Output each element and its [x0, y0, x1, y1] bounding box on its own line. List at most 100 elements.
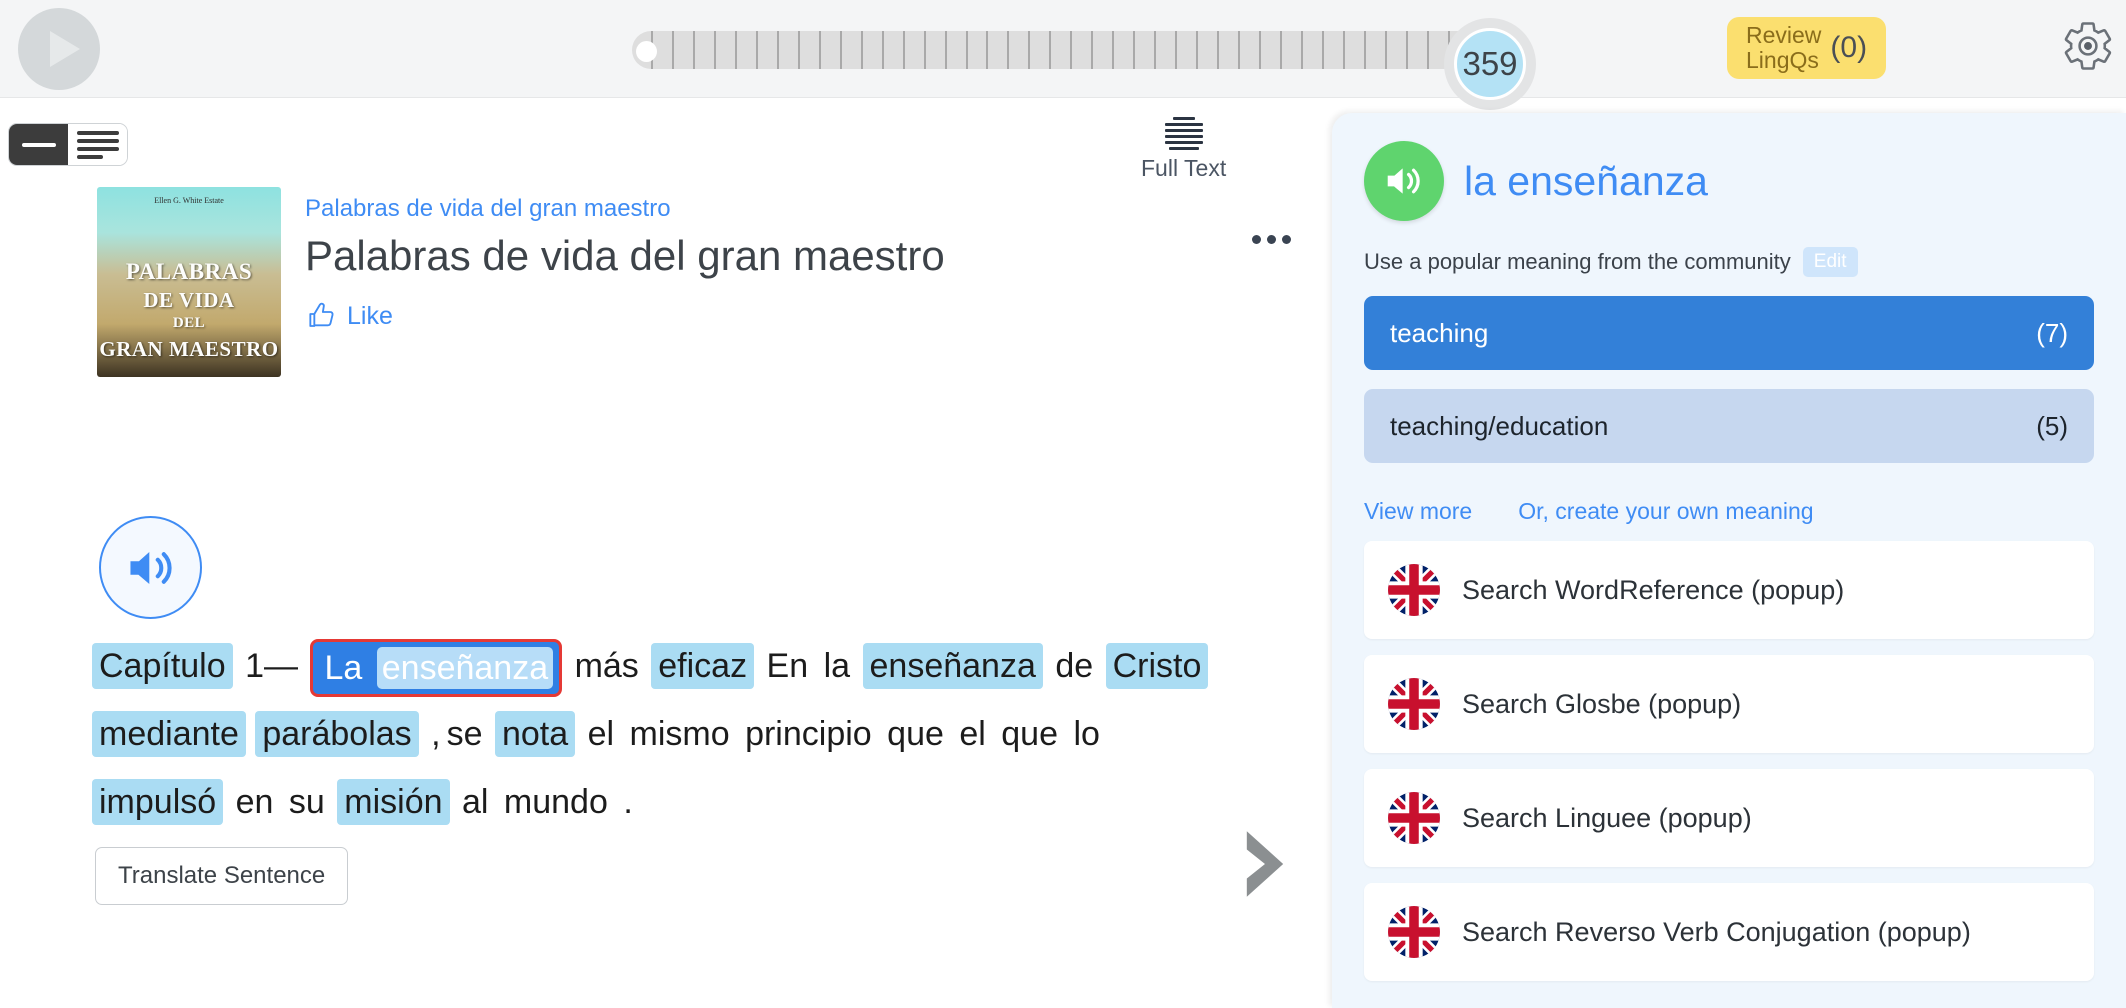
known-word[interactable]: se — [444, 711, 486, 757]
lingq-word[interactable]: nota — [495, 711, 575, 757]
dictionary-label: Search Linguee (popup) — [1462, 803, 1752, 834]
ellipsis-icon — [1267, 235, 1276, 244]
edit-button[interactable]: Edit — [1803, 247, 1858, 277]
progress-segment — [968, 31, 989, 69]
known-word[interactable]: En — [764, 643, 812, 689]
selected-word-highlight[interactable]: enseñanza — [377, 647, 553, 689]
known-word[interactable]: que — [998, 711, 1061, 757]
book-cover-image[interactable]: Ellen G. White Estate PALABRAS DE VIDA D… — [97, 187, 281, 377]
like-button[interactable]: Like — [305, 300, 945, 332]
lingq-count-badge[interactable]: 359 — [1444, 18, 1536, 110]
lingq-word[interactable]: mediante — [92, 711, 246, 757]
known-word[interactable]: principio — [742, 711, 875, 757]
lingq-word[interactable]: Capítulo — [92, 643, 233, 689]
meaning-count: (7) — [2036, 318, 2068, 349]
more-options-button[interactable] — [1252, 235, 1291, 244]
view-mode-toggle[interactable] — [8, 123, 128, 166]
translate-sentence-button[interactable]: Translate Sentence — [95, 847, 348, 905]
meaning-links: View more Or, create your own meaning — [1364, 498, 2094, 525]
speaker-icon — [1381, 158, 1427, 204]
uk-flag-icon — [1388, 678, 1440, 730]
known-word[interactable]: su — [286, 779, 328, 825]
dictionary-row[interactable]: Search Linguee (popup) — [1364, 769, 2094, 867]
book-header: Ellen G. White Estate PALABRAS DE VIDA D… — [97, 187, 945, 377]
full-text-label: Full Text — [1141, 155, 1226, 182]
progress-segment — [926, 31, 947, 69]
lingq-word[interactable]: parábolas — [255, 711, 418, 757]
meaning-count: (5) — [2036, 411, 2068, 442]
progress-segment — [779, 31, 800, 69]
progress-track[interactable] — [632, 31, 1490, 69]
uk-flag-icon — [1388, 906, 1440, 958]
progress-segment — [1198, 31, 1219, 69]
lingq-detail-panel: la enseñanza Use a popular meaning from … — [1332, 113, 2126, 1008]
lingq-word[interactable]: Cristo — [1106, 643, 1209, 689]
progress-segment — [674, 31, 695, 69]
progress-segment — [884, 31, 905, 69]
play-icon — [50, 31, 80, 67]
lingq-word[interactable]: impulsó — [92, 779, 223, 825]
audio-progress-bar[interactable]: 359 — [632, 26, 1522, 74]
full-text-button[interactable]: Full Text — [1141, 117, 1226, 182]
known-word[interactable]: 1— — [242, 643, 301, 689]
review-lingqs-label: Review LingQs — [1746, 23, 1821, 73]
single-line-icon — [22, 143, 56, 147]
selected-phrase[interactable]: La enseñanza — [310, 639, 562, 697]
selected-word[interactable]: La — [319, 647, 367, 689]
meaning-option[interactable]: teaching/education (5) — [1364, 389, 2094, 463]
known-word[interactable]: la — [821, 643, 853, 689]
ellipsis-icon — [1282, 235, 1291, 244]
sentence-audio-button[interactable] — [99, 516, 202, 619]
known-word[interactable]: . — [620, 779, 635, 825]
panel-header: la enseñanza — [1364, 141, 2094, 221]
dictionary-row[interactable]: Search Reverso Verb Conjugation (popup) — [1364, 883, 2094, 981]
cover-title-line2: DE VIDA — [97, 288, 281, 313]
uk-flag-icon — [1388, 792, 1440, 844]
progress-segment — [1072, 31, 1093, 69]
progress-segment — [1240, 31, 1261, 69]
dictionary-list: Search WordReference (popup) Search Glos… — [1364, 541, 2094, 981]
panel-subtitle-row: Use a popular meaning from the community… — [1364, 247, 2094, 277]
known-word[interactable]: lo — [1070, 711, 1102, 757]
top-toolbar: 359 Review LingQs (0) — [0, 0, 2126, 98]
term-audio-button[interactable] — [1364, 141, 1444, 221]
progress-segment — [1408, 31, 1429, 69]
lingq-word[interactable]: misión — [337, 779, 449, 825]
settings-button[interactable] — [2060, 18, 2116, 74]
sentence-mode-option[interactable] — [9, 124, 68, 165]
meaning-option[interactable]: teaching(7) — [1364, 296, 2094, 370]
progress-segment — [1093, 31, 1114, 69]
book-series-link[interactable]: Palabras de vida del gran maestro — [305, 195, 945, 223]
page-mode-option[interactable] — [68, 124, 127, 165]
known-word[interactable]: que — [884, 711, 947, 757]
known-word[interactable]: mismo — [627, 711, 733, 757]
review-lingqs-button[interactable]: Review LingQs (0) — [1727, 17, 1886, 79]
meaning-link[interactable]: Or, create your own meaning — [1518, 498, 1813, 525]
known-word[interactable]: más — [572, 643, 642, 689]
ellipsis-icon — [1252, 235, 1261, 244]
known-word[interactable]: de — [1052, 643, 1096, 689]
known-word[interactable]: el — [956, 711, 988, 757]
known-word[interactable]: al — [459, 779, 491, 825]
lingq-word[interactable]: enseñanza — [863, 643, 1043, 689]
progress-segment — [1261, 31, 1282, 69]
dictionary-label: Search Glosbe (popup) — [1462, 689, 1741, 720]
meaning-text: teaching/education — [1390, 411, 1608, 442]
known-word[interactable]: en — [233, 779, 277, 825]
progress-segment — [695, 31, 716, 69]
dictionary-label: Search Reverso Verb Conjugation (popup) — [1462, 917, 1971, 948]
known-word[interactable]: el — [585, 711, 617, 757]
play-button[interactable] — [18, 8, 100, 90]
lingq-word[interactable]: eficaz — [651, 643, 754, 689]
dictionary-row[interactable]: Search WordReference (popup) — [1364, 541, 2094, 639]
known-word[interactable]: mundo — [501, 779, 611, 825]
reader-pane: Full Text Ellen G. White Estate PALABRAS… — [0, 99, 1339, 1008]
known-word[interactable]: , — [428, 711, 443, 757]
progress-knob[interactable] — [636, 41, 657, 62]
next-sentence-button[interactable] — [1228, 824, 1302, 909]
lingq-count-value: 359 — [1454, 28, 1526, 100]
speaker-icon — [122, 539, 180, 597]
progress-segment — [737, 31, 758, 69]
dictionary-row[interactable]: Search Glosbe (popup) — [1364, 655, 2094, 753]
meaning-link[interactable]: View more — [1364, 498, 1472, 525]
